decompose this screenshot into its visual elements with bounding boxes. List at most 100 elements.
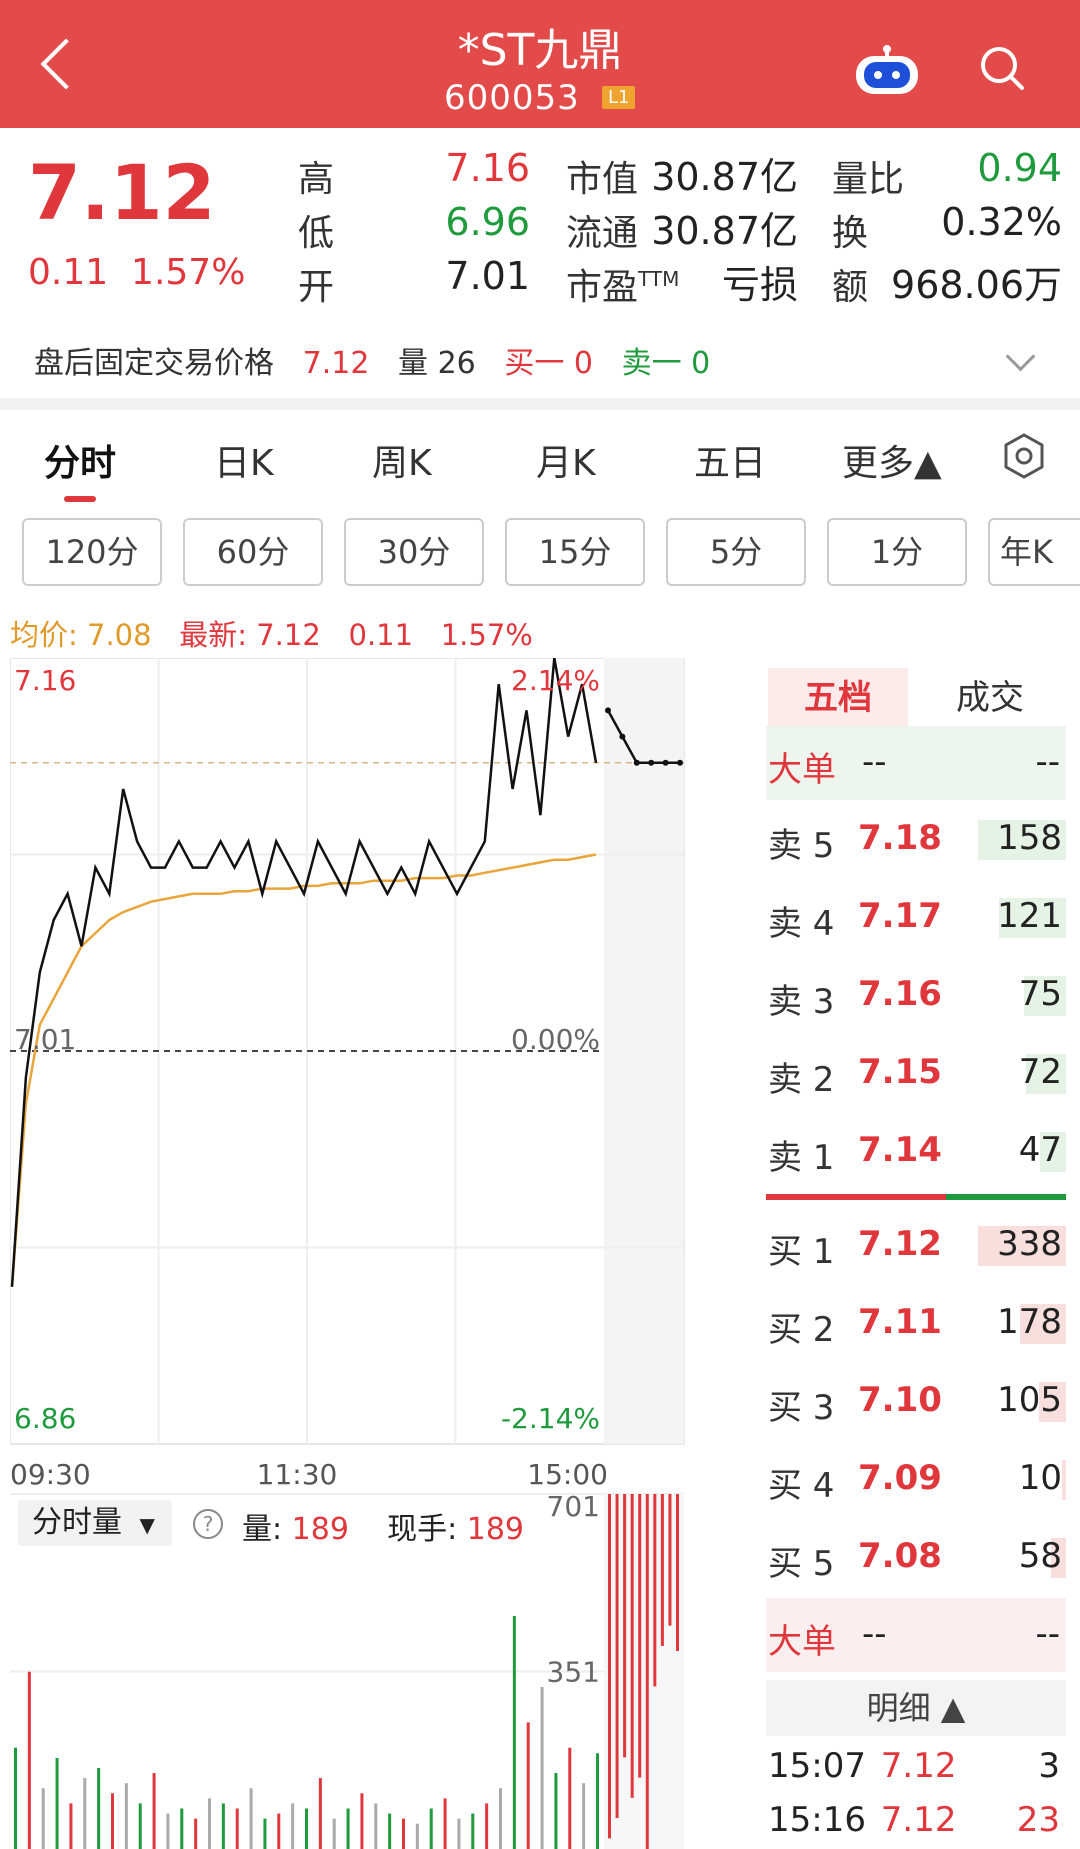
volume-bar	[194, 1818, 198, 1849]
tick-row: 15:07 7.12 3	[768, 1746, 1064, 1786]
ask-level-row[interactable]: 卖 4 7.17 121	[766, 880, 1066, 954]
tab-daily-k[interactable]: 日K	[214, 434, 274, 486]
volume-bar	[55, 1757, 59, 1849]
y-label-mid: 7.01	[14, 1023, 76, 1056]
volume-bar	[249, 1788, 253, 1849]
robot-assistant-icon[interactable]	[852, 44, 922, 96]
level-price: 7.18	[858, 818, 942, 858]
tab-monthly-k[interactable]: 月K	[536, 434, 596, 486]
volume-bar	[360, 1793, 364, 1849]
last-label: 最新:	[179, 618, 248, 652]
volume-bar	[485, 1803, 489, 1849]
after-hours-volume-bar	[623, 1494, 627, 1758]
tab-trades[interactable]: 成交	[920, 668, 1060, 728]
y-label-low: 6.86	[14, 1402, 76, 1435]
tab-intraday[interactable]: 分时	[44, 434, 116, 486]
level-price: 7.09	[858, 1458, 942, 1498]
level-price: 7.17	[858, 896, 942, 936]
ask-level-row[interactable]: 卖 3 7.16 75	[766, 958, 1066, 1032]
after-hours-volume-bar	[638, 1494, 642, 1778]
level-label: 卖 3	[768, 982, 835, 1022]
level-label: 卖 4	[768, 904, 835, 944]
level-label: 买 4	[768, 1466, 835, 1506]
tab-more[interactable]: 更多▲	[842, 434, 942, 486]
after-hours-volume-bar	[608, 1494, 611, 1839]
tick-vol: 23	[1016, 1800, 1060, 1840]
chart-canvas: 7.16 2.14% 7.01 0.00% 6.86 -2.14% 09:30 11:30 15…	[10, 658, 685, 1849]
y-label-high-pct: 2.14%	[511, 664, 600, 697]
volume-bar	[305, 1808, 308, 1849]
bid-level-row[interactable]: 买 4 7.09 10	[766, 1442, 1066, 1516]
volume-bar	[596, 1753, 599, 1849]
detail-toggle[interactable]: 明细 ▲	[766, 1680, 1066, 1736]
level-label: 买 2	[768, 1310, 835, 1350]
big-order-bid: 大单 -- --	[766, 1598, 1066, 1672]
after-hours-sell1: 卖一 0	[621, 346, 711, 381]
after-hours-bar[interactable]: 盘后固定交易价格 7.12 量 26 买一 0 卖一 0	[34, 338, 710, 382]
ask-level-row[interactable]: 卖 1 7.14 47	[766, 1114, 1066, 1188]
period-30min[interactable]: 30分	[344, 518, 484, 586]
volume-bar	[166, 1813, 170, 1849]
volume-bar	[1062, 1460, 1066, 1500]
bid-level-row[interactable]: 买 2 7.11 178	[766, 1286, 1066, 1360]
period-15min[interactable]: 15分	[505, 518, 645, 586]
volume-bar	[152, 1773, 156, 1849]
bid-level-row[interactable]: 买 3 7.10 105	[766, 1364, 1066, 1438]
volume-bar	[97, 1767, 101, 1849]
ask-level-row[interactable]: 卖 5 7.18 158	[766, 802, 1066, 876]
search-icon[interactable]	[978, 44, 1026, 92]
level-volume: 105	[997, 1380, 1062, 1420]
period-5min[interactable]: 5分	[666, 518, 806, 586]
after-hours-label: 盘后固定交易价格	[34, 346, 274, 381]
after-hours-vol: 26	[437, 346, 476, 381]
x-label-start: 09:30	[10, 1458, 91, 1491]
low-value: 6.96	[445, 200, 530, 244]
settings-hex-icon[interactable]	[1000, 432, 1048, 480]
after-hours-volume-bar	[615, 1494, 619, 1819]
level-volume: 47	[1018, 1130, 1062, 1170]
chevron-down-icon[interactable]	[1005, 341, 1036, 372]
volume-bar	[180, 1808, 184, 1849]
intraday-chart[interactable]: 7.16 2.14% 7.01 0.00% 6.86 -2.14% 09:30 11:30 15…	[10, 658, 686, 1849]
volume-bar	[526, 1722, 530, 1849]
after-hours-point	[619, 733, 626, 740]
after-hours-volume-bar	[676, 1494, 679, 1651]
period-120min[interactable]: 120分	[22, 518, 162, 586]
svg-text:?: ?	[203, 1512, 214, 1536]
volume-label: 量:	[242, 1512, 283, 1547]
turnover-label: 换	[832, 213, 869, 254]
volume-bar	[14, 1747, 17, 1849]
ask-level-row[interactable]: 卖 2 7.15 72	[766, 1036, 1066, 1110]
tick-row: 15:16 7.12 23	[768, 1800, 1064, 1840]
after-hours-buy1: 买一 0	[504, 346, 593, 381]
y-label-mid-pct: 0.00%	[511, 1023, 600, 1056]
volume-bar	[374, 1803, 378, 1849]
tick-time: 15:07	[768, 1746, 866, 1786]
avg-price-line	[10, 853, 597, 1287]
period-1min[interactable]: 1分	[827, 518, 967, 586]
tick-vol: 3	[1038, 1746, 1060, 1786]
level-label: 买 1	[768, 1232, 835, 1272]
bid-level-row[interactable]: 买 5 7.08 58	[766, 1520, 1066, 1594]
amount-label: 额	[832, 267, 869, 308]
section-divider	[0, 398, 1080, 410]
tab-five-day[interactable]: 五日	[694, 434, 766, 486]
level-price: 7.12	[858, 1224, 942, 1264]
level-label: 卖 2	[768, 1060, 835, 1100]
tab-weekly-k[interactable]: 周K	[372, 434, 432, 486]
volume-bar	[235, 1808, 239, 1849]
float-cap-label: 流通	[566, 213, 639, 254]
level-price: 7.15	[858, 1052, 942, 1092]
help-icon[interactable]: ?	[192, 1508, 224, 1540]
period-yearly-k[interactable]: 年K	[988, 518, 1080, 586]
volume-indicator-select[interactable]: 分时量 ▼	[18, 1500, 172, 1546]
volume-bar	[388, 1813, 392, 1849]
volume-readout: 量: 189 现手: 189	[242, 1504, 524, 1548]
tab-five-levels[interactable]: 五档	[768, 668, 908, 728]
bid-level-row[interactable]: 买 1 7.12 338	[766, 1208, 1066, 1282]
period-60min[interactable]: 60分	[183, 518, 323, 586]
tick-price: 7.12	[880, 1800, 957, 1840]
after-hours-point	[662, 759, 669, 766]
volume-bar	[124, 1783, 128, 1849]
big-order-ask: 大单 -- --	[766, 726, 1066, 800]
